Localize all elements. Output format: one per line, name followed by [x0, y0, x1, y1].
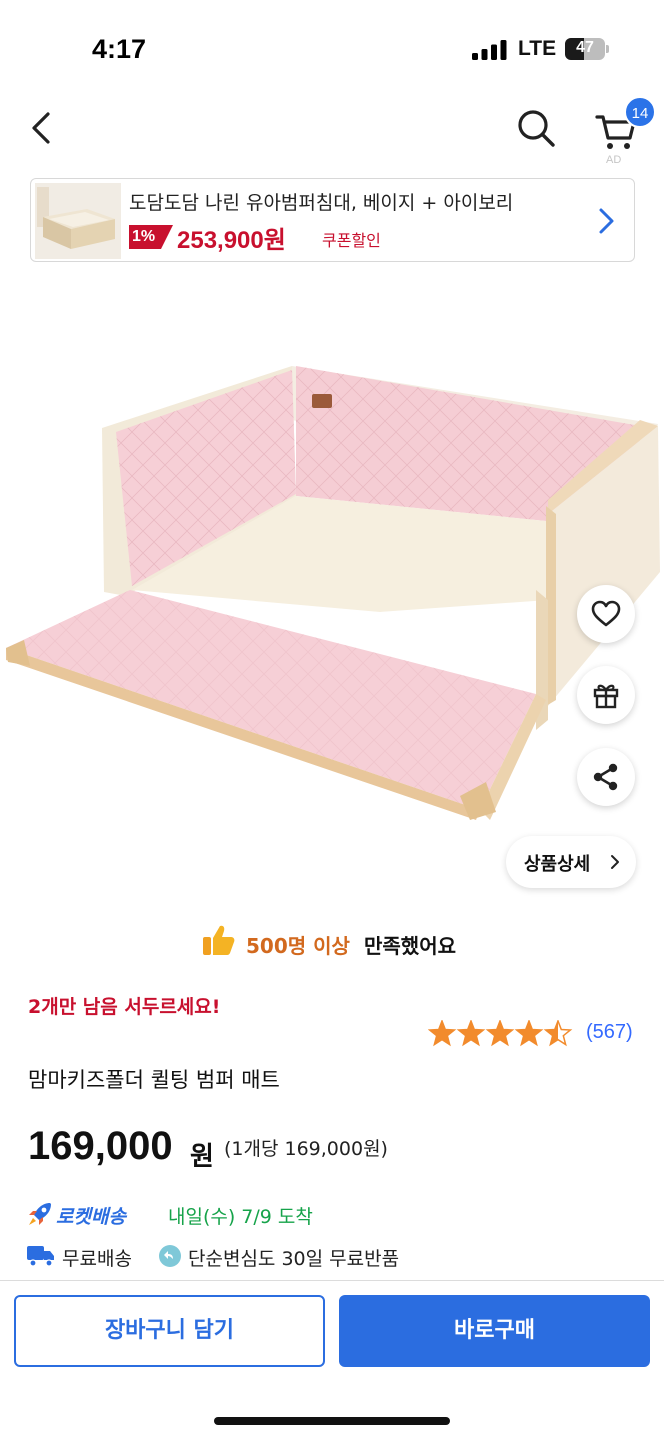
signal-icon	[472, 40, 507, 60]
rocket-delivery-label: 로켓배송	[56, 1206, 126, 1228]
product-name: 맘마키즈폴더 퀼팅 범퍼 매트	[28, 1068, 280, 1092]
top-nav: 14 AD	[0, 96, 664, 166]
network-label: LTE	[518, 37, 557, 60]
return-icon	[159, 1245, 181, 1267]
unit-price: (1개당 169,000원)	[224, 1138, 388, 1160]
ad-label: AD	[606, 154, 622, 166]
stock-urgency: 2개만 남음 서두르세요!	[28, 996, 221, 1018]
share-icon	[593, 763, 618, 791]
add-to-cart-button[interactable]: 장바구니 담기	[14, 1295, 325, 1367]
ad-discount-badge: 1%	[129, 225, 174, 249]
return-policy-label: 단순변심도 30일 무료반품	[188, 1248, 400, 1270]
ad-product-thumbnail	[35, 183, 121, 259]
ad-coupon-label: 쿠폰할인	[322, 231, 381, 250]
cart-count-badge: 14	[624, 96, 656, 128]
home-indicator	[214, 1417, 450, 1425]
free-shipping-label: 무료배송	[62, 1248, 132, 1270]
status-time: 4:17	[92, 34, 147, 64]
satisfaction-highlight: 500명 이상	[246, 934, 350, 958]
chevron-right-icon	[599, 208, 614, 234]
chevron-right-icon	[611, 855, 619, 869]
wishlist-button[interactable]	[577, 585, 635, 643]
ad-title: 도담도담 나린 유아범퍼침대, 베이지 + 아이보리	[129, 192, 514, 214]
satisfaction-text: 만족했어요	[364, 934, 456, 958]
gift-icon	[593, 684, 619, 709]
shipping-info: 무료배송 단순변심도 30일 무료반품	[26, 1240, 646, 1272]
truck-icon	[27, 1246, 54, 1267]
star-fill	[487, 1021, 513, 1045]
star-fill	[458, 1021, 484, 1045]
battery-icon: 47	[565, 38, 609, 60]
ad-price: 253,900원	[177, 227, 286, 254]
currency-label: 원	[190, 1142, 214, 1172]
gift-button[interactable]	[577, 666, 635, 724]
product-image[interactable]	[0, 300, 664, 860]
star-fill	[516, 1021, 542, 1045]
review-count: (567)	[586, 1021, 633, 1043]
rating[interactable]: (567)	[428, 1016, 648, 1050]
product-price: 169,000	[28, 1124, 173, 1168]
product-detail-button[interactable]: 상품상세	[506, 836, 636, 888]
ad-banner[interactable]: 도담도담 나린 유아범퍼침대, 베이지 + 아이보리 1% 253,900원 쿠…	[30, 178, 635, 262]
battery-percent: 47	[576, 39, 594, 56]
star-rating	[428, 1020, 573, 1047]
star-fill	[429, 1021, 455, 1045]
share-button[interactable]	[577, 748, 635, 806]
rocket-icon	[29, 1203, 51, 1225]
satisfaction-banner: 500명 이상 만족했어요	[0, 920, 664, 964]
chevron-left-icon[interactable]	[22, 108, 62, 148]
buy-now-button[interactable]: 바로구매	[339, 1295, 650, 1367]
divider	[0, 1280, 664, 1281]
arrival-date: 내일(수) 7/9 도착	[168, 1206, 313, 1228]
thumbs-up-icon	[203, 925, 235, 955]
heart-icon	[591, 600, 621, 627]
status-bar: 4:17 LTE 47	[0, 0, 664, 96]
product-detail-label: 상품상세	[524, 854, 591, 875]
search-icon[interactable]	[514, 106, 558, 150]
